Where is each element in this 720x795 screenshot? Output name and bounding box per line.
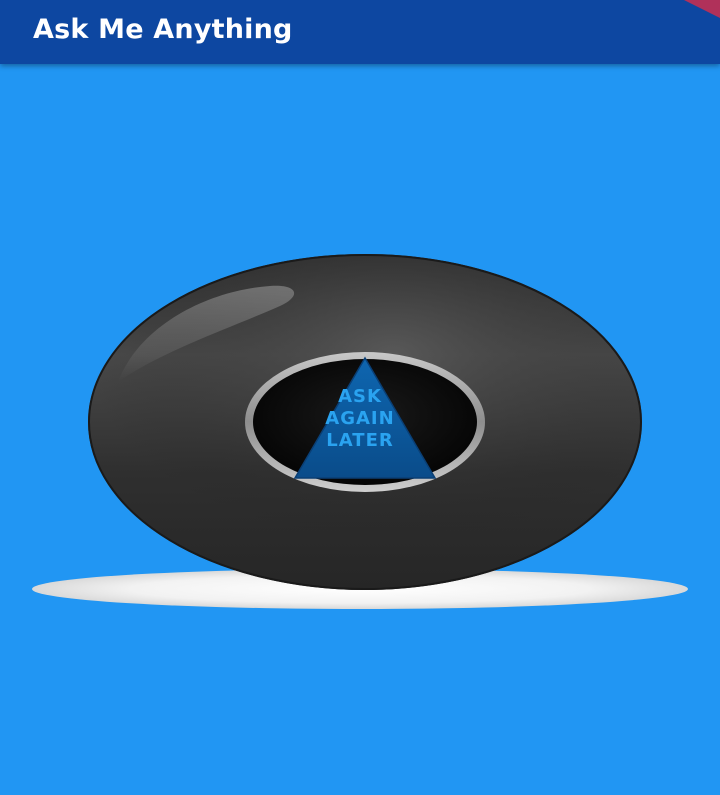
magic-8-ball-button[interactable]: ASK AGAIN LATER: [30, 254, 690, 614]
answer-text: ASK AGAIN LATER: [300, 386, 420, 452]
answer-line: ASK: [338, 386, 382, 407]
answer-line: AGAIN: [325, 408, 395, 429]
debug-banner-corner: [684, 0, 720, 18]
app-bar: Ask Me Anything: [0, 0, 720, 64]
app-title: Ask Me Anything: [33, 14, 293, 45]
main-content: ASK AGAIN LATER: [0, 64, 720, 795]
answer-line: LATER: [326, 430, 394, 451]
